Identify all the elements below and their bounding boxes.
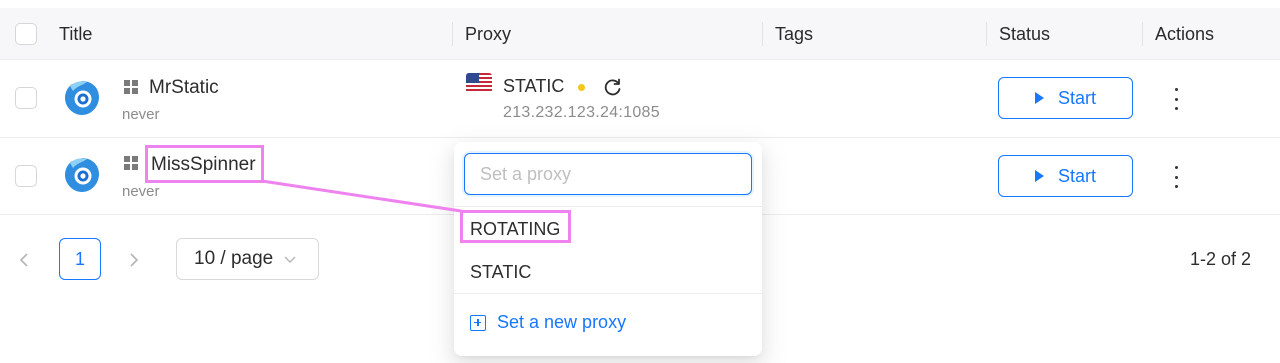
- dropdown-divider: [454, 293, 762, 294]
- column-divider: [762, 22, 763, 46]
- windows-icon: [124, 156, 138, 170]
- column-header-proxy[interactable]: Proxy: [465, 24, 511, 45]
- proxy-dropdown: ROTATING STATIC Set a new proxy: [454, 142, 762, 356]
- start-button-label: Start: [1057, 87, 1096, 108]
- proxy-option-static[interactable]: STATIC: [470, 262, 531, 283]
- browser-profile-icon: [65, 81, 99, 115]
- column-divider: [452, 22, 453, 46]
- play-icon: [1034, 170, 1044, 182]
- proxy-status-dot: [578, 84, 585, 91]
- row-checkbox[interactable]: [15, 165, 37, 187]
- profile-title[interactable]: MrStatic: [149, 77, 219, 99]
- column-divider: [986, 22, 987, 46]
- proxy-option-rotating[interactable]: ROTATING: [470, 219, 560, 240]
- play-icon: [1034, 92, 1044, 104]
- refresh-icon[interactable]: [603, 77, 623, 97]
- column-header-tags[interactable]: Tags: [775, 24, 813, 45]
- chevron-left-icon[interactable]: [18, 252, 30, 268]
- set-new-proxy-label: Set a new proxy: [497, 312, 627, 332]
- us-flag-icon: [466, 73, 492, 93]
- proxy-search-input[interactable]: [464, 153, 752, 195]
- select-all-checkbox[interactable]: [15, 23, 37, 45]
- row-divider: [0, 137, 1280, 138]
- last-run-text: never: [122, 106, 160, 123]
- row-checkbox[interactable]: [15, 87, 37, 109]
- page-size-select[interactable]: 10 / page: [176, 238, 319, 280]
- windows-icon: [124, 80, 138, 94]
- chevron-down-icon: [284, 256, 296, 263]
- column-header-status[interactable]: Status: [999, 24, 1050, 45]
- more-actions-icon[interactable]: [1171, 166, 1181, 188]
- column-header-title[interactable]: Title: [59, 24, 92, 45]
- page-1-button[interactable]: 1: [59, 238, 101, 280]
- plus-square-icon: [470, 314, 486, 331]
- start-button[interactable]: Start: [998, 155, 1133, 197]
- column-header-actions: Actions: [1155, 24, 1215, 44]
- column-divider: [1142, 22, 1143, 46]
- dropdown-divider: [454, 206, 762, 207]
- proxy-address: 213.232.123.24:1085: [503, 104, 660, 121]
- set-new-proxy-button[interactable]: Set a new proxy: [470, 312, 626, 333]
- start-button-label: Start: [1057, 165, 1096, 186]
- table-header: [0, 8, 1280, 60]
- browser-profile-icon: [65, 158, 99, 192]
- profile-title[interactable]: MissSpinner: [151, 154, 256, 176]
- chevron-right-icon[interactable]: [128, 252, 140, 268]
- page-size-value: 10 / page: [194, 248, 274, 269]
- proxy-type: STATIC: [503, 76, 565, 96]
- more-actions-icon[interactable]: [1171, 88, 1181, 110]
- pagination-total: 1-2 of 2: [1190, 249, 1252, 269]
- start-button[interactable]: Start: [998, 77, 1133, 119]
- last-run-text: never: [122, 183, 160, 200]
